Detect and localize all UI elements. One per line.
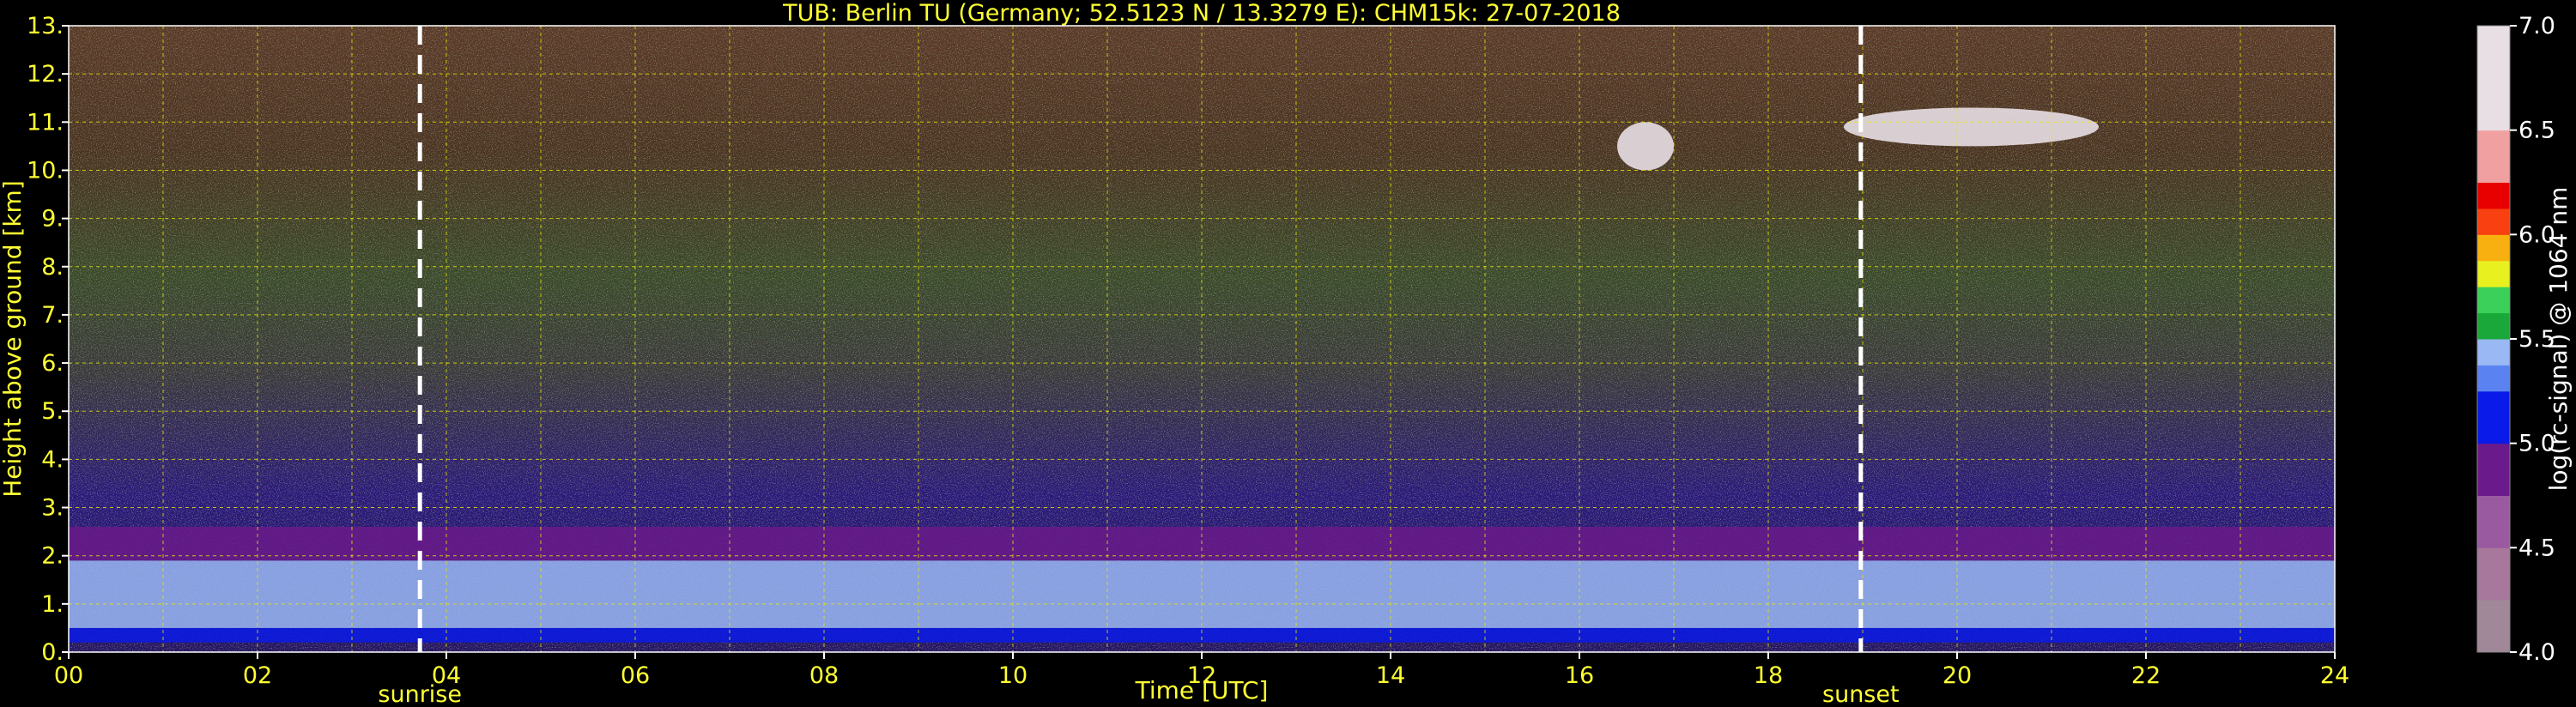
x-tick-label: 10: [998, 662, 1027, 689]
event-label-sunset: sunset: [1822, 681, 1900, 707]
colorbar-segment: [2477, 495, 2510, 523]
y-tick-label: 12.: [27, 61, 64, 88]
y-tick-label: 5.: [41, 398, 64, 425]
x-tick-label: 20: [1943, 662, 1972, 689]
x-axis-label: Time [UTC]: [1135, 676, 1269, 704]
y-tick-label: 1.: [41, 591, 64, 618]
colorbar-tick-label: 4.0: [2518, 639, 2555, 666]
colorbar-segment: [2477, 156, 2510, 183]
x-tick-label: 16: [1565, 662, 1594, 689]
colorbar-segment: [2477, 260, 2510, 287]
y-tick-label: 10.: [27, 157, 64, 184]
colorbar-tick-label: 4.5: [2518, 535, 2555, 561]
x-tick-label: 24: [2320, 662, 2349, 689]
y-tick-label: 0.: [41, 639, 64, 666]
y-tick-label: 3.: [41, 495, 64, 522]
layer-3: [1844, 107, 2099, 147]
colorbar-segment: [2477, 521, 2510, 548]
x-tick-label: 14: [1376, 662, 1405, 689]
colorbar-segment: [2477, 573, 2510, 601]
x-tick-label: 00: [54, 662, 83, 689]
colorbar-segment: [2477, 417, 2510, 444]
y-tick-label: 8.: [41, 254, 64, 281]
colorbar-segment: [2477, 182, 2510, 209]
colorbar-tick-label: 7.0: [2518, 13, 2555, 39]
y-tick-label: 9.: [41, 206, 64, 233]
colorbar-segment: [2477, 600, 2510, 627]
colorbar-segment: [2477, 130, 2510, 157]
chart-title: TUB: Berlin TU (Germany; 52.5123 N / 13.…: [782, 0, 1621, 27]
colorbar-segment: [2477, 390, 2510, 418]
colorbar-segment: [2477, 234, 2510, 262]
colorbar-tick-label: 6.5: [2518, 118, 2555, 144]
x-tick-label: 06: [621, 662, 650, 689]
x-tick-label: 18: [1754, 662, 1783, 689]
colorbar-segment: [2477, 26, 2510, 52]
y-tick-label: 11.: [27, 109, 64, 136]
y-tick-label: 6.: [41, 350, 64, 377]
ceilometer-chart: TUB: Berlin TU (Germany; 52.5123 N / 13.…: [0, 0, 2573, 707]
y-axis-label: Height above ground [km]: [0, 180, 27, 498]
colorbar-segment: [2477, 469, 2510, 496]
colorbar-segment: [2477, 287, 2510, 314]
y-tick-label: 13.: [27, 13, 64, 39]
colorbar-segment: [2477, 443, 2510, 470]
x-tick-label: 22: [2131, 662, 2161, 689]
colorbar-segment: [2477, 312, 2510, 340]
colorbar-segment: [2477, 365, 2510, 392]
y-tick-label: 7.: [41, 302, 64, 329]
colorbar-segment: [2477, 77, 2510, 105]
colorbar-segment: [2477, 547, 2510, 575]
x-tick-label: 02: [243, 662, 272, 689]
x-tick-label: 08: [809, 662, 839, 689]
y-tick-label: 2.: [41, 543, 64, 570]
y-tick-label: 4.: [41, 446, 64, 473]
colorbar-segment: [2477, 339, 2510, 366]
layer-4: [1617, 122, 1674, 171]
colorbar-segment: [2477, 104, 2510, 131]
colorbar-segment: [2477, 625, 2510, 653]
colorbar-label: log(rc-signal) @ 1064 nm: [2544, 187, 2573, 492]
plot-area: [69, 26, 2335, 652]
colorbar-segment: [2477, 208, 2510, 235]
event-label-sunrise: sunrise: [378, 681, 462, 707]
colorbar-segment: [2477, 51, 2510, 79]
